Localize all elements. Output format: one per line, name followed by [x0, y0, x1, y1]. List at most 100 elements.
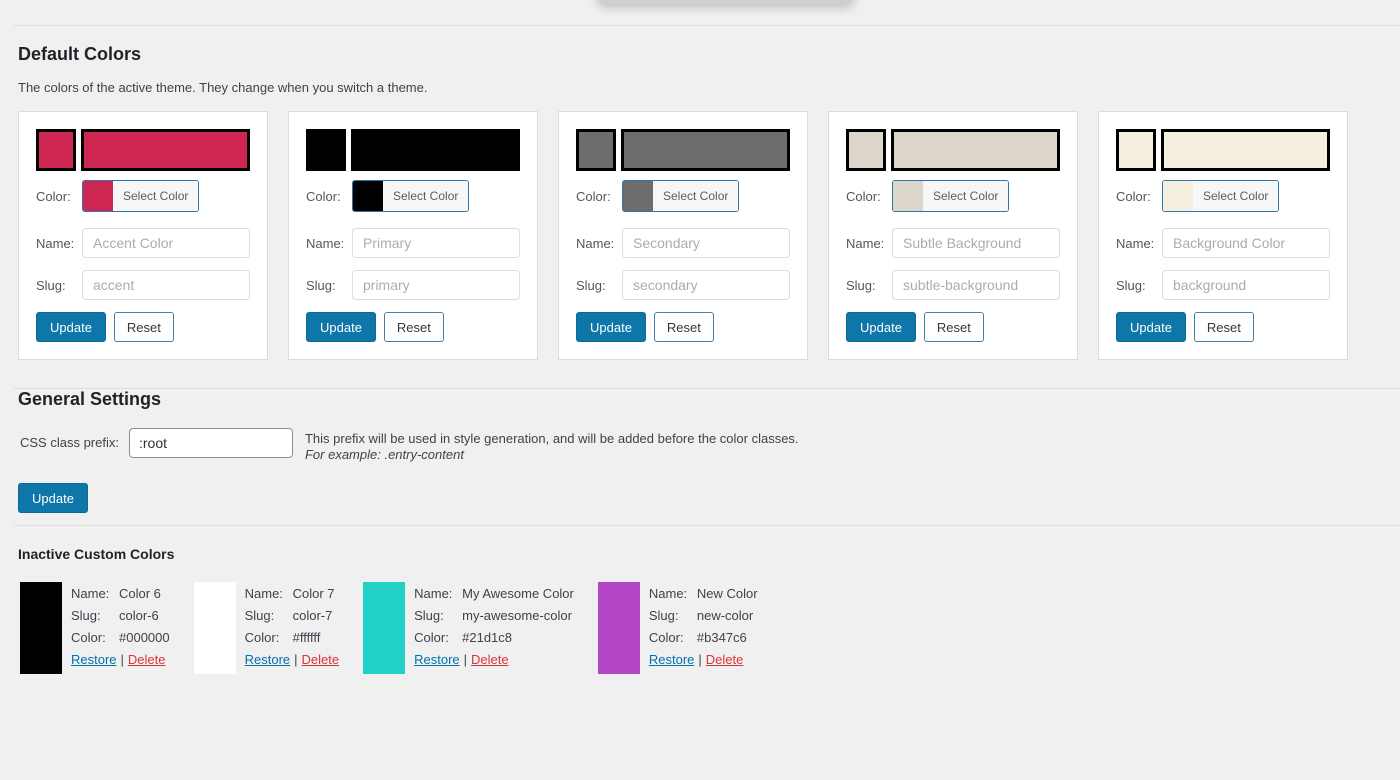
general-settings-title: General Settings [18, 389, 162, 409]
general-settings-update-button[interactable]: Update [18, 483, 88, 513]
inactive-color-swatch [193, 582, 236, 674]
inactive-color-entry: Name: My Awesome Color Slug: my-awesome-co… [363, 582, 574, 674]
color-swatch-small [36, 129, 76, 171]
color-card-secondary: Color: Select Color Name: Slug: Update R… [558, 111, 808, 360]
restore-link[interactable]: Restore [649, 652, 695, 667]
name-input[interactable] [622, 228, 790, 258]
inactive-color-entries: Name: Color 6 Slug: color-6 Color: #000000 … [20, 582, 1382, 674]
delete-link[interactable]: Delete [471, 652, 509, 667]
restore-link[interactable]: Restore [414, 652, 460, 667]
slug-label: Slug: [36, 277, 66, 293]
select-color-button[interactable]: Select Color [1162, 180, 1280, 212]
cutoff-tooltip-shadow [597, 0, 855, 4]
css-prefix-description: This prefix will be used in style genera… [305, 428, 799, 463]
default-colors-title: Default Colors [18, 44, 142, 64]
inactive-color-entry: Name: New Color Slug: new-color Color: #b34… [597, 582, 758, 674]
color-label: Color: [36, 188, 71, 204]
slug-input[interactable] [82, 270, 250, 300]
color-swatch-small [576, 129, 616, 171]
color-preview [576, 129, 790, 171]
select-color-label: Select Color [1193, 181, 1279, 211]
link-separator: | [120, 652, 124, 667]
color-label: Color: [244, 630, 280, 645]
slug-input[interactable] [352, 270, 520, 300]
color-label: Color: [1116, 188, 1151, 204]
color-swatch-large [891, 129, 1060, 171]
update-button[interactable]: Update [36, 312, 106, 342]
name-label: Name: [648, 586, 688, 601]
color-swatch-large [81, 129, 250, 171]
color-card-accent: Color: Select Color Name: Slug: Update R… [18, 111, 268, 360]
inactive-color-name: My Awesome Color [462, 586, 574, 601]
color-preview [1116, 129, 1330, 171]
slug-label: Slug: [414, 608, 444, 623]
slug-label: Slug: [576, 277, 606, 293]
current-color-chip [83, 181, 113, 211]
css-prefix-input[interactable] [128, 428, 293, 458]
current-color-chip [353, 181, 383, 211]
color-swatch-small [846, 129, 886, 171]
name-label: Name: [244, 586, 283, 601]
color-preview [306, 129, 520, 171]
select-color-button[interactable]: Select Color [352, 180, 470, 212]
color-label: Color: [306, 188, 341, 204]
update-button[interactable]: Update [306, 312, 376, 342]
link-separator: | [698, 652, 702, 667]
inactive-color-name: Color 7 [292, 586, 335, 601]
slug-input[interactable] [1162, 270, 1330, 300]
update-button[interactable]: Update [576, 312, 646, 342]
delete-link[interactable]: Delete [706, 652, 744, 667]
inactive-color-hex: #000000 [119, 630, 170, 645]
css-prefix-row: CSS class prefix: This prefix will be us… [18, 428, 1382, 463]
css-prefix-description-line2: For example: .entry-content [304, 447, 464, 462]
reset-button[interactable]: Reset [113, 312, 174, 342]
select-color-label: Select Color [653, 181, 739, 211]
inactive-color-swatch [363, 582, 406, 674]
restore-link[interactable]: Restore [245, 652, 291, 667]
slug-label: Slug: [244, 608, 275, 623]
reset-button[interactable]: Reset [1193, 312, 1254, 342]
name-input[interactable] [1162, 228, 1330, 258]
current-color-chip [893, 181, 923, 211]
inactive-color-slug: new-color [696, 608, 754, 623]
inactive-custom-colors-title: Inactive Custom Colors [18, 546, 175, 562]
reset-button[interactable]: Reset [653, 312, 714, 342]
inactive-color-slug: my-awesome-color [462, 608, 572, 623]
update-button[interactable]: Update [846, 312, 916, 342]
slug-label: Slug: [306, 277, 336, 293]
name-input[interactable] [892, 228, 1060, 258]
color-label: Color: [846, 188, 881, 204]
color-swatch-small [306, 129, 346, 171]
restore-link[interactable]: Restore [71, 652, 117, 667]
color-label: Color: [576, 188, 611, 204]
color-preview [36, 129, 250, 171]
select-color-button[interactable]: Select Color [892, 180, 1010, 212]
select-color-button[interactable]: Select Color [82, 180, 200, 212]
inactive-color-hex: #21d1c8 [462, 630, 513, 645]
inactive-color-swatch [597, 582, 640, 674]
inactive-color-hex: #b347c6 [696, 630, 747, 645]
inactive-color-entry: Name: Color 6 Slug: color-6 Color: #000000 … [20, 582, 170, 674]
slug-label: Slug: [71, 608, 101, 623]
slug-input[interactable] [622, 270, 790, 300]
name-input[interactable] [352, 228, 520, 258]
color-swatch-large [1161, 129, 1330, 171]
default-color-cards: Color: Select Color Name: Slug: Update R… [18, 111, 1382, 360]
delete-link[interactable]: Delete [128, 652, 166, 667]
settings-page: Default Colors The colors of the active … [0, 0, 1400, 674]
color-label: Color: [71, 630, 106, 645]
reset-button[interactable]: Reset [383, 312, 444, 342]
update-button[interactable]: Update [1116, 312, 1186, 342]
delete-link[interactable]: Delete [302, 652, 340, 667]
name-label: Name: [414, 586, 453, 601]
name-input[interactable] [82, 228, 250, 258]
select-color-button[interactable]: Select Color [622, 180, 740, 212]
color-card-subtle-background: Color: Select Color Name: Slug: Update R… [828, 111, 1078, 360]
name-label: Name: [576, 235, 615, 251]
reset-button[interactable]: Reset [923, 312, 984, 342]
slug-input[interactable] [892, 270, 1060, 300]
inactive-color-slug: color-6 [119, 608, 159, 623]
name-label: Name: [846, 235, 885, 251]
section-divider [14, 525, 1400, 526]
inactive-color-name: Color 6 [119, 586, 161, 601]
